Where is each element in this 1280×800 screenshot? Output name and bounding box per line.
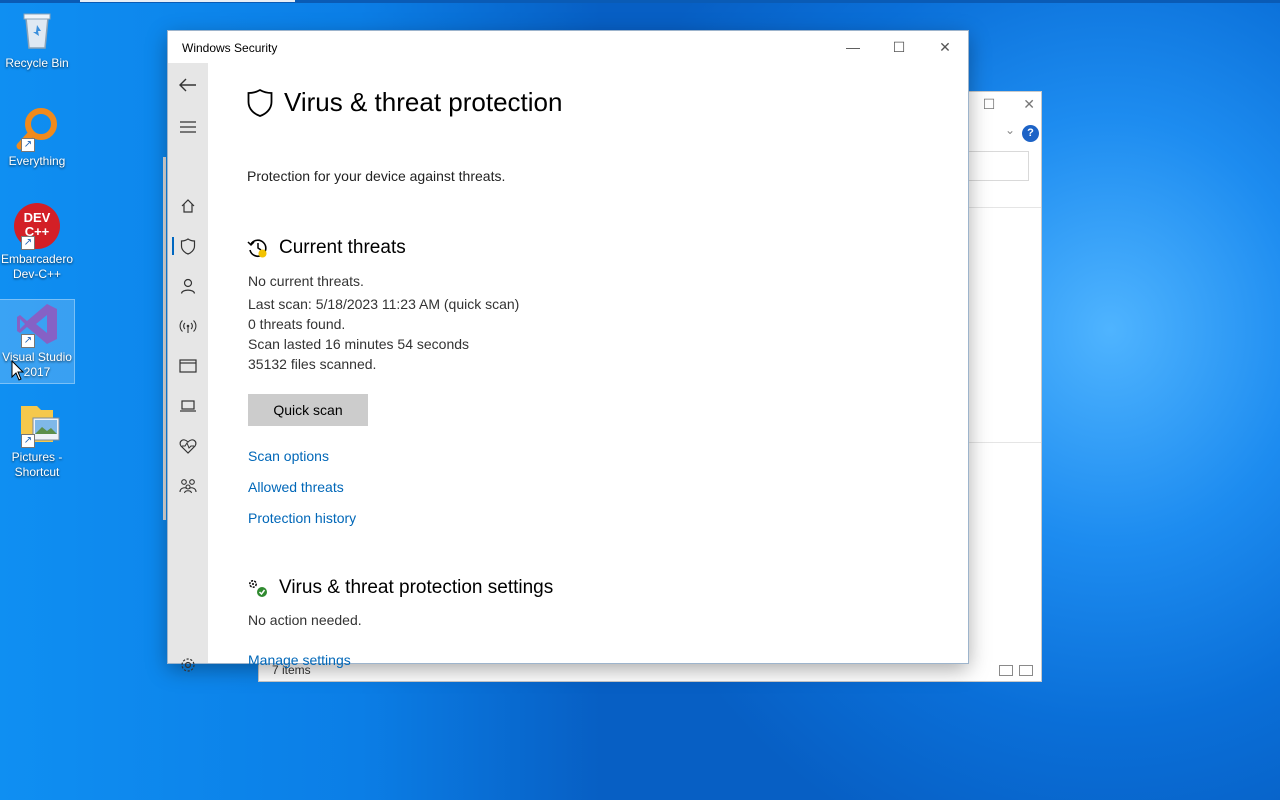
close-button[interactable]: ✕ [922,31,968,63]
desktop-icon-label: Pictures - Shortcut [11,450,63,479]
top-window-edge [80,0,295,2]
desktop-icon-label: Embarcadero Dev-C++ [0,252,74,281]
quick-scan-button[interactable]: Quick scan [248,394,368,426]
allowed-threats-link[interactable]: Allowed threats [248,479,344,495]
minimize-button[interactable]: — [830,31,876,63]
maximize-icon[interactable]: ☐ [983,96,996,113]
visual-studio-icon: ↗ [13,300,61,348]
menu-button[interactable] [168,109,208,145]
laptop-icon [180,400,196,412]
title-bar[interactable]: Windows Security — ☐ ✕ [168,31,968,63]
current-threats-header: Current threats [247,237,406,259]
nav-family-options[interactable] [168,468,208,504]
devcpp-badge: DEV C++ [23,210,51,239]
mouse-cursor-icon [11,360,25,381]
settings-status: No action needed. [248,612,362,628]
nav-device-security[interactable] [168,388,208,424]
help-icon[interactable]: ? [1022,125,1039,142]
family-icon [179,479,197,494]
shortcut-arrow-icon: ↗ [21,434,35,448]
windows-security-window: Windows Security — ☐ ✕ Virus & threat pr… [168,31,968,672]
shield-icon [247,88,273,117]
view-switcher [999,665,1033,676]
page-subtitle: Protection for your device against threa… [247,168,506,184]
last-scan-info: Last scan: 5/18/2023 11:23 AM (quick sca… [248,296,520,312]
back-arrow-icon [179,78,196,92]
desktop-icon-label: Everything [8,154,66,168]
nav-settings[interactable] [168,647,208,683]
manage-settings-link[interactable]: Manage settings [248,652,351,668]
pictures-folder-icon: ↗ [13,400,61,448]
large-icons-view-icon[interactable] [1019,665,1033,676]
gear-icon [181,658,195,672]
protection-history-link[interactable]: Protection history [248,510,356,526]
nav-account-protection[interactable] [168,268,208,304]
hamburger-menu-icon [180,121,196,133]
desktop-icon-label: Recycle Bin [5,56,69,70]
back-button[interactable] [168,67,208,103]
nav-app-browser-control[interactable] [168,348,208,384]
everything-magnifier-icon: ↗ [13,104,61,152]
home-icon [181,199,195,213]
wireless-icon [179,320,197,333]
details-view-icon[interactable] [999,665,1013,676]
chevron-down-icon[interactable]: ⌄ [1005,123,1015,137]
close-icon[interactable]: ✕ [1023,96,1035,113]
background-window-edge [163,157,166,520]
shield-icon [180,237,196,255]
files-scanned-count: 35132 files scanned. [248,356,377,372]
scan-duration: Scan lasted 16 minutes 54 seconds [248,336,470,352]
recycle-bin-icon [13,6,61,54]
current-threats-title: Current threats [279,237,406,258]
explorer-search-box[interactable] [959,151,1029,181]
protection-settings-header: Virus & threat protection settings [247,577,553,599]
nav-device-health[interactable] [168,428,208,464]
desktop-icon-devcpp[interactable]: DEV C++ ↗ Embarcadero Dev-C++ [0,202,74,282]
desktop-icon-everything[interactable]: ↗ Everything [0,104,74,169]
protection-settings-title: Virus & threat protection settings [279,577,554,598]
devcpp-icon: DEV C++ ↗ [13,202,61,250]
shortcut-arrow-icon: ↗ [21,236,35,250]
settings-gears-icon [249,580,267,597]
page-title: Virus & threat protection [284,87,563,117]
person-icon [180,278,196,294]
desktop-icon-pictures[interactable]: ↗ Pictures - Shortcut [0,400,74,480]
shortcut-arrow-icon: ↗ [21,334,35,348]
scan-options-link[interactable]: Scan options [248,448,329,464]
nav-firewall[interactable] [168,308,208,344]
nav-home[interactable] [168,188,208,224]
heart-pulse-icon [179,439,197,454]
maximize-button[interactable]: ☐ [876,31,922,63]
page-header: Virus & threat protection [246,87,562,118]
threat-status: No current threats. [248,273,364,289]
side-nav [168,63,208,672]
browser-window-icon [179,359,197,373]
nav-virus-protection[interactable] [168,228,208,264]
window-title: Windows Security [182,41,278,55]
threats-found-count: 0 threats found. [248,316,346,332]
divider [959,442,1041,443]
main-content: Virus & threat protection Protection for… [208,63,968,668]
explorer-window-controls: ☐ ✕ [983,96,1035,113]
scan-history-icon [247,239,267,258]
shortcut-arrow-icon: ↗ [21,138,35,152]
desktop-icon-recycle-bin[interactable]: Recycle Bin [0,6,74,71]
